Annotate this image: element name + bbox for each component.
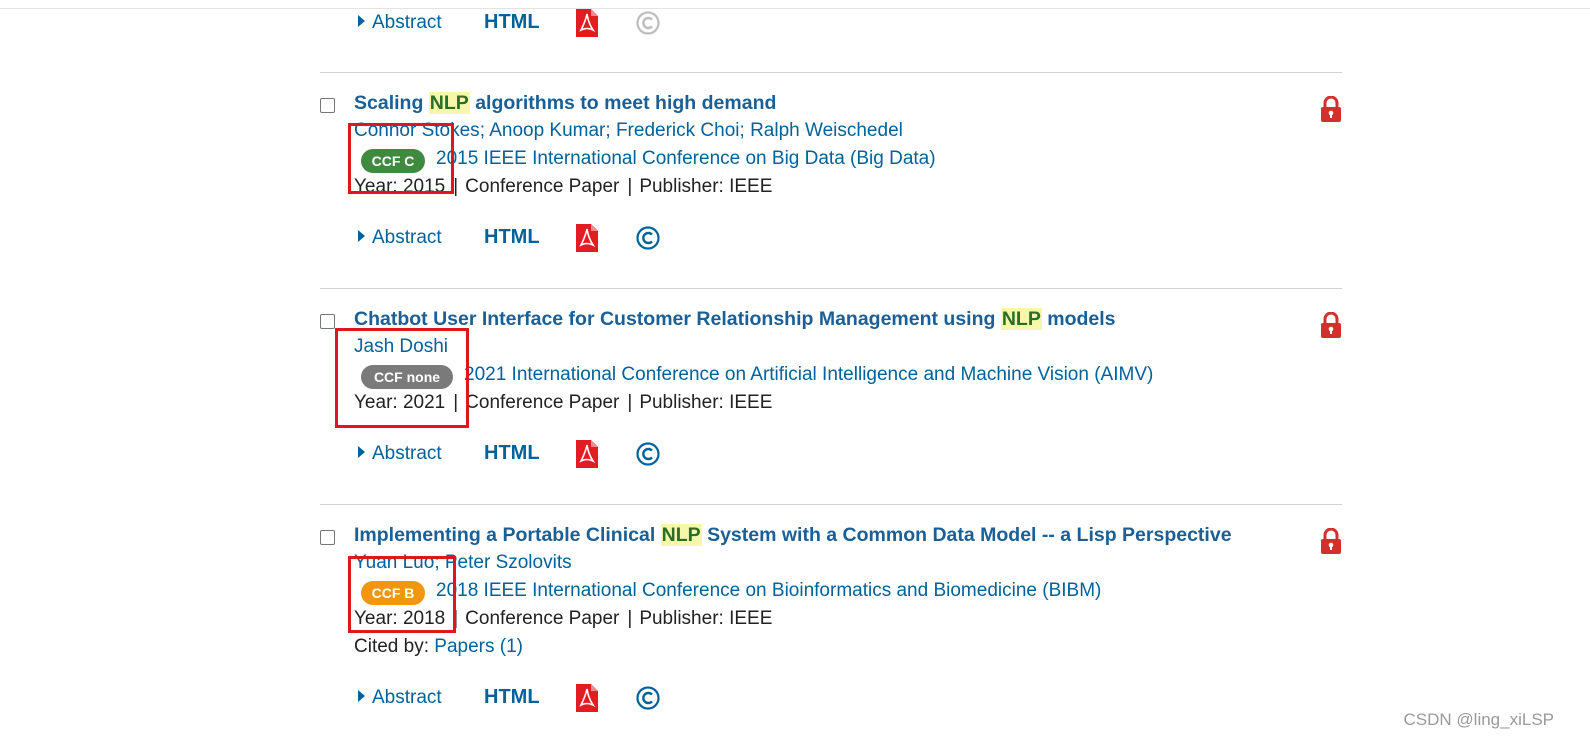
annotation-box (335, 328, 469, 428)
publisher-text: Publisher: IEEE (639, 176, 773, 197)
action-bar-previous: Abstract HTML (358, 9, 678, 39)
abstract-toggle[interactable]: Abstract (358, 443, 442, 465)
annotation-box (348, 123, 454, 194)
abstract-toggle[interactable]: Abstract (358, 12, 442, 34)
search-term-highlight: NLP (660, 524, 702, 546)
pdf-icon[interactable] (576, 440, 598, 468)
select-checkbox[interactable] (320, 98, 335, 113)
venue-link[interactable]: 2021 International Conference on Artific… (464, 364, 1153, 386)
action-bar: Abstract HTML (358, 224, 678, 254)
venue-link[interactable]: 2015 IEEE International Conference on Bi… (436, 148, 936, 170)
venue-link[interactable]: 2018 IEEE International Conference on Bi… (436, 580, 1101, 602)
divider (320, 72, 1342, 73)
publisher-text: Publisher: IEEE (639, 608, 773, 629)
cited-by-row: Cited by: Papers (1) (354, 636, 523, 657)
html-link[interactable]: HTML (484, 11, 540, 34)
lock-icon[interactable] (1320, 528, 1342, 554)
annotation-box (348, 556, 456, 633)
result-title[interactable]: Scaling NLP algorithms to meet high dema… (354, 92, 776, 115)
doc-type: Conference Paper (465, 608, 620, 629)
html-link[interactable]: HTML (484, 226, 540, 249)
divider (320, 504, 1342, 505)
caret-right-icon (358, 690, 365, 702)
pdf-icon[interactable] (576, 9, 598, 37)
copyright-icon[interactable] (636, 686, 660, 710)
caret-right-icon (358, 230, 365, 242)
publisher-text: Publisher: IEEE (639, 392, 773, 413)
result-title[interactable]: Implementing a Portable Clinical NLP Sys… (354, 524, 1232, 547)
result-item: Scaling NLP algorithms to meet high dema… (320, 92, 1350, 212)
cited-by-link[interactable]: Papers (1) (434, 636, 523, 657)
caret-right-icon (358, 15, 365, 27)
doc-type: Conference Paper (465, 176, 620, 197)
author-link[interactable]: Anoop Kumar (489, 120, 605, 141)
html-link[interactable]: HTML (484, 442, 540, 465)
abstract-toggle[interactable]: Abstract (358, 687, 442, 709)
divider (320, 288, 1342, 289)
copyright-icon[interactable] (636, 226, 660, 250)
copyright-icon[interactable] (636, 11, 660, 35)
watermark: CSDN @ling_xiLSP (1403, 710, 1554, 729)
author-link[interactable]: Ralph Weischedel (750, 120, 903, 141)
search-term-highlight: NLP (1000, 308, 1042, 330)
pdf-icon[interactable] (576, 224, 598, 252)
author-link[interactable]: Peter Szolovits (445, 552, 572, 573)
pdf-icon[interactable] (576, 684, 598, 712)
select-checkbox[interactable] (320, 314, 335, 329)
html-link[interactable]: HTML (484, 686, 540, 709)
top-border (0, 8, 1590, 9)
action-bar: Abstract HTML (358, 440, 678, 470)
lock-icon[interactable] (1320, 312, 1342, 338)
doc-type: Conference Paper (465, 392, 620, 413)
caret-right-icon (358, 446, 365, 458)
lock-icon[interactable] (1320, 96, 1342, 122)
copyright-icon[interactable] (636, 442, 660, 466)
search-term-highlight: NLP (428, 92, 470, 114)
action-bar: Abstract HTML (358, 684, 678, 714)
abstract-toggle[interactable]: Abstract (358, 227, 442, 249)
result-item: Chatbot User Interface for Customer Rela… (320, 308, 1350, 428)
result-item: Implementing a Portable Clinical NLP Sys… (320, 524, 1350, 674)
author-link[interactable]: Frederick Choi (616, 120, 740, 141)
select-checkbox[interactable] (320, 530, 335, 545)
